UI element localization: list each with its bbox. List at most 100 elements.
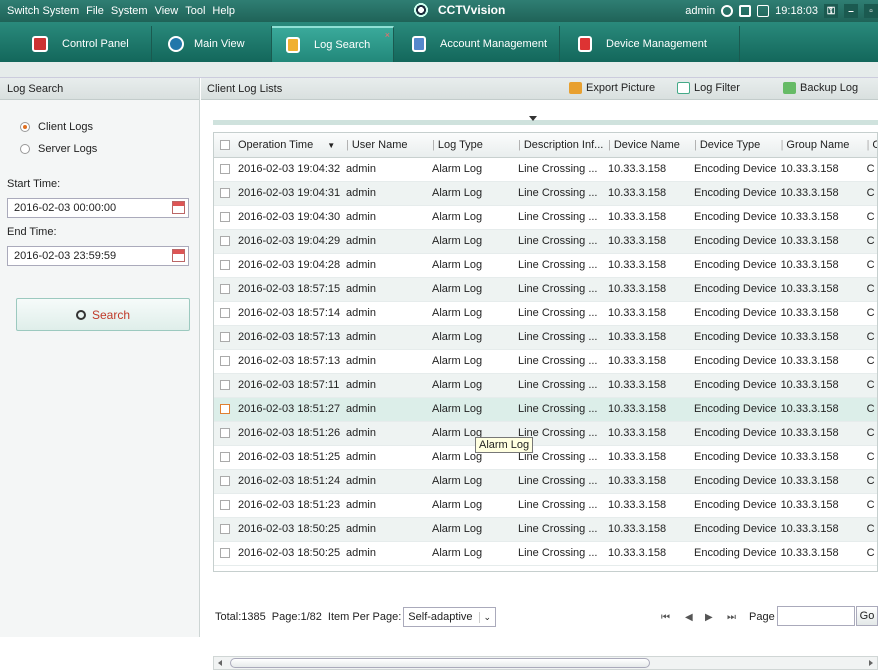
row-checkbox[interactable] [220,380,230,391]
row-checkbox[interactable] [220,308,230,319]
select-all-checkbox[interactable] [220,139,230,150]
table-row[interactable]: 2016-02-03 18:51:24 admin Alarm Log Line Cr… [214,469,877,494]
go-button[interactable]: Go [856,606,878,626]
row-checkbox[interactable] [220,332,230,343]
table-row[interactable]: 2016-02-03 18:57:15 admin Alarm Log Line Cr… [214,277,877,302]
table-cell: admin [342,325,428,350]
prev-page-icon[interactable]: ◀ [685,612,693,623]
row-checkbox[interactable] [220,260,230,271]
row-checkbox[interactable] [220,452,230,463]
menu-help[interactable]: Help [212,5,235,17]
table-cell: 10.33.3.158 [604,493,690,518]
row-checkbox[interactable] [220,356,230,367]
row-checkbox[interactable] [220,236,230,247]
main-header: Client Log Lists Export Picture Log Filt… [201,78,878,100]
row-checkbox[interactable] [220,404,230,415]
col-description[interactable]: | Description Inf... [514,133,604,158]
close-tab-icon[interactable]: × [385,30,390,40]
start-time-label: Start Time: [7,178,61,190]
menu-view[interactable]: View [155,5,179,17]
col-device-name[interactable]: | Device Name [604,133,690,158]
cell-text: C [866,163,875,175]
tab-bar: Control Panel Main View Log Search × Acc… [0,22,878,62]
calendar-icon[interactable] [172,249,185,262]
scroll-right-icon[interactable] [869,660,873,666]
per-page-select[interactable]: Self-adaptive ⌄ [403,607,497,627]
last-page-icon[interactable]: ⏭ [727,612,736,623]
globe-icon[interactable] [721,5,734,17]
page-input[interactable] [777,606,855,626]
end-time-input[interactable]: 2016-02-03 23:59:59 [7,246,189,266]
table-row[interactable]: 2016-02-03 18:57:13 admin Alarm Log Line Cr… [214,325,877,350]
table-row[interactable]: 2016-02-03 19:04:30 admin Alarm Log Line Cr… [214,205,877,230]
menu-file[interactable]: File [86,5,104,17]
tab-label: Device Management [606,38,707,50]
table-row[interactable]: 2016-02-03 18:51:27 admin Alarm Log Line Cr… [214,397,877,422]
cell-text: 2016-02-03 18:57:11 [238,379,340,391]
tab-log-search[interactable]: Log Search × [272,26,394,62]
network-icon[interactable] [757,5,770,17]
row-checkbox[interactable] [220,524,230,535]
table-row[interactable]: 2016-02-03 19:04:32 admin Alarm Log Line Cr… [214,157,877,182]
col-operation-time[interactable]: Operation Time ▼ [214,133,342,158]
row-checkbox[interactable] [220,428,230,439]
table-row[interactable]: 2016-02-03 18:51:25 admin Alarm Log Line Cr… [214,445,877,470]
row-checkbox[interactable] [220,548,230,559]
menu-tool[interactable]: Tool [185,5,205,17]
table-row[interactable]: 2016-02-03 18:57:11 admin Alarm Log Line Cr… [214,373,877,398]
first-page-icon[interactable]: ⏮ [661,612,670,623]
tab-device-management[interactable]: Device Management [560,26,740,62]
sort-arrow-icon[interactable]: ▼ [327,141,335,150]
export-picture-button[interactable]: Export Picture [569,82,655,94]
table-cell: 2016-02-03 18:51:26 [214,421,342,446]
cell-text: C [866,187,875,199]
menu-switch-system[interactable]: Switch System [7,5,79,17]
row-checkbox[interactable] [220,476,230,487]
calendar-icon[interactable] [172,201,185,214]
row-checkbox[interactable] [220,188,230,199]
minimize-button[interactable]: – [844,4,858,18]
tab-main-view[interactable]: Main View [152,26,272,62]
row-checkbox[interactable] [220,500,230,511]
scroll-left-icon[interactable] [218,660,222,666]
table-row[interactable]: 2016-02-03 19:04:28 admin Alarm Log Line Cr… [214,253,877,278]
tab-account-management[interactable]: Account Management [394,26,560,62]
start-time-value: 2016-02-03 00:00:00 [14,202,117,214]
grid-icon[interactable] [739,5,752,17]
table-row[interactable]: 2016-02-03 18:51:26 admin Alarm Log Line Cr… [214,421,877,446]
table-row[interactable]: 2016-02-03 18:50:25 admin Alarm Log Line Cr… [214,517,877,542]
row-checkbox[interactable] [220,164,230,175]
horizontal-scrollbar[interactable] [213,656,878,670]
menu-system[interactable]: System [111,5,148,17]
search-button[interactable]: Search [16,298,190,331]
log-filter-button[interactable]: Log Filter [677,82,740,94]
table-row[interactable]: 2016-02-03 18:51:23 admin Alarm Log Line Cr… [214,493,877,518]
scroll-thumb[interactable] [230,658,650,668]
table-cell: 10.33.3.158 [604,517,690,542]
col-log-type[interactable]: | Log Type [428,133,514,158]
tab-control-panel[interactable]: Control Panel [0,26,152,62]
table-row[interactable]: 2016-02-03 19:04:29 admin Alarm Log Line Cr… [214,229,877,254]
radio-server-logs[interactable]: Server Logs [20,140,199,158]
maximize-button[interactable]: ▫ [864,4,878,18]
col-device-type[interactable]: | Device Type [690,133,777,158]
table-row[interactable]: 2016-02-03 18:57:14 admin Alarm Log Line Cr… [214,301,877,326]
row-checkbox[interactable] [220,212,230,223]
lock-icon[interactable]: ⚿ [824,4,838,18]
col-extra[interactable]: |C [862,133,877,158]
filter-label: Log Filter [694,82,740,94]
start-time-input[interactable]: 2016-02-03 00:00:00 [7,198,189,218]
cell-text: Line Crossing ... [518,235,598,247]
backup-log-button[interactable]: Backup Log [783,82,858,94]
table-row[interactable]: 2016-02-03 19:04:31 admin Alarm Log Line Cr… [214,181,877,206]
radio-client-logs[interactable]: Client Logs [20,118,199,136]
table-row[interactable]: 2016-02-03 18:57:13 admin Alarm Log Line Cr… [214,349,877,374]
table-row[interactable]: 2016-02-03 18:50:25 admin Alarm Log Line Cr… [214,541,877,566]
next-page-icon[interactable]: ▶ [705,612,713,623]
collapse-handle[interactable] [213,116,878,125]
table-cell: admin [342,229,428,254]
row-checkbox[interactable] [220,284,230,295]
col-user-name[interactable]: | User Name [342,133,428,158]
cell-text: 2016-02-03 18:50:25 [238,547,341,559]
col-group-name[interactable]: | Group Name [776,133,863,158]
